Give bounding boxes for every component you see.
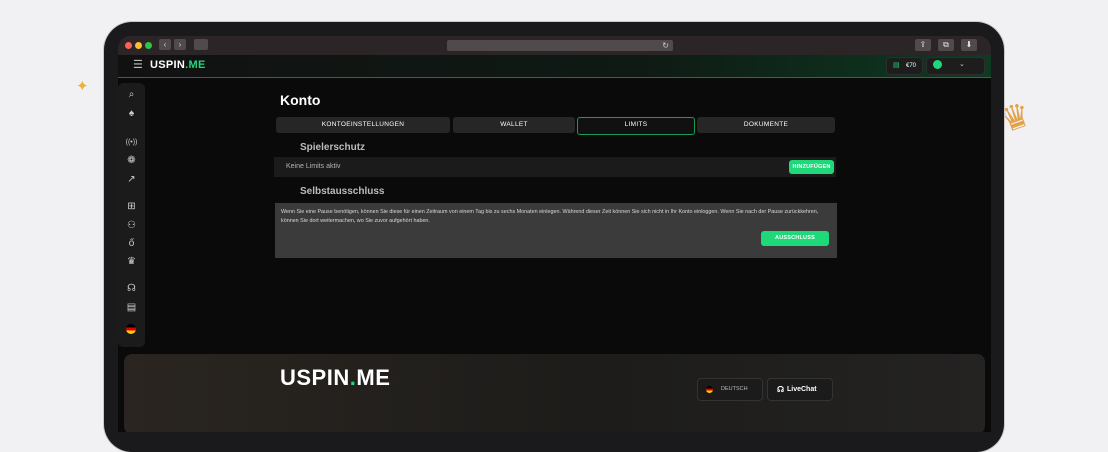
screen: ‹ › ↻ ⇪ ⧉ ⬇ ☰ USPIN.ME ▤ €70 ⌄ ⌕ ♠ ((•))… [118,36,991,432]
user-avatar-icon [933,60,942,69]
address-bar[interactable]: ↻ [447,40,673,51]
self-exclusion-description: Wenn Sie eine Pause benötigen, können Si… [281,209,819,224]
german-flag-icon [706,386,713,393]
section-title-selbstausschluss: Selbstausschluss [300,186,385,197]
tabs-overview-icon[interactable]: ⧉ [938,39,954,51]
footer-logo-main: USPIN [280,365,350,390]
minimize-window-button[interactable] [135,42,142,49]
add-limit-button[interactable]: HINZUFÜGEN [789,160,834,174]
sidebar-toggle-icon[interactable] [194,39,208,50]
close-window-button[interactable] [125,42,132,49]
livechat-button[interactable]: ☊ LiveChat [767,378,833,401]
site-header: ☰ USPIN.ME ▤ €70 ⌄ [118,55,991,78]
browser-toolbar: ‹ › ↻ ⇪ ⧉ ⬇ [118,36,991,55]
news-icon[interactable]: ▤ [123,300,140,315]
footer: USPIN.ME DEUTSCH ☊ LiveChat [124,354,985,432]
headset-icon: ☊ [777,385,785,394]
gift-icon[interactable]: ⊞ [123,199,140,214]
back-button[interactable]: ‹ [159,39,171,50]
site-logo[interactable]: USPIN.ME [150,59,206,71]
sparkle-decoration: ✦ [76,78,89,95]
menu-icon[interactable]: ☰ [133,58,143,71]
balance-button[interactable]: ▤ €70 [886,57,923,75]
language-flag-icon[interactable] [126,324,136,334]
crown-icon[interactable]: ♛ [123,254,140,269]
self-exclusion-button[interactable]: AUSSCHLUSS [761,231,829,246]
logo-text-main: USPIN [150,59,186,71]
chevron-down-icon: ⌄ [959,61,965,68]
livechat-label: LiveChat [787,386,817,393]
user-menu-button[interactable]: ⌄ [926,57,985,75]
reload-icon[interactable]: ↻ [662,40,669,51]
maximize-window-button[interactable] [145,42,152,49]
slots-icon[interactable]: ❁ [123,153,140,168]
money-bag-icon[interactable]: ő [123,236,140,251]
tab-limits[interactable]: LIMITS [577,117,695,135]
chart-icon[interactable]: ↗ [123,172,140,187]
wallet-icon: ▤ [893,62,900,69]
language-label: DEUTSCH [721,386,748,392]
share-icon[interactable]: ⇪ [915,39,931,51]
live-icon[interactable]: ((•)) [123,135,140,150]
balance-amount: €70 [906,63,917,69]
language-selector[interactable]: DEUTSCH [697,378,763,401]
self-exclusion-box: Wenn Sie eine Pause benötigen, können Si… [275,203,837,258]
footer-logo[interactable]: USPIN.ME [280,365,390,391]
forward-button[interactable]: › [174,39,186,50]
medal-icon[interactable]: ⚇ [123,218,140,233]
logo-suffix: ME [188,59,206,71]
tab-dokumente[interactable]: DOKUMENTE [697,117,835,133]
section-title-spielerschutz: Spielerschutz [300,142,366,153]
page-title: Konto [280,92,321,108]
tab-wallet[interactable]: WALLET [453,117,575,133]
tab-kontoeinstellungen[interactable]: KONTOEINSTELLUNGEN [276,117,450,133]
headset-icon[interactable]: ☊ [123,281,140,296]
search-icon[interactable]: ⌕ [123,87,140,102]
limits-status-text: Keine Limits aktiv [286,163,341,170]
limits-row: Keine Limits aktiv HINZUFÜGEN [274,157,836,177]
sidebar: ⌕ ♠ ((•)) ❁ ↗ ⊞ ⚇ ő ♛ ☊ ▤ [118,83,145,347]
download-icon[interactable]: ⬇ [961,39,977,51]
spade-icon[interactable]: ♠ [123,106,140,121]
footer-logo-suffix: ME [356,365,391,390]
